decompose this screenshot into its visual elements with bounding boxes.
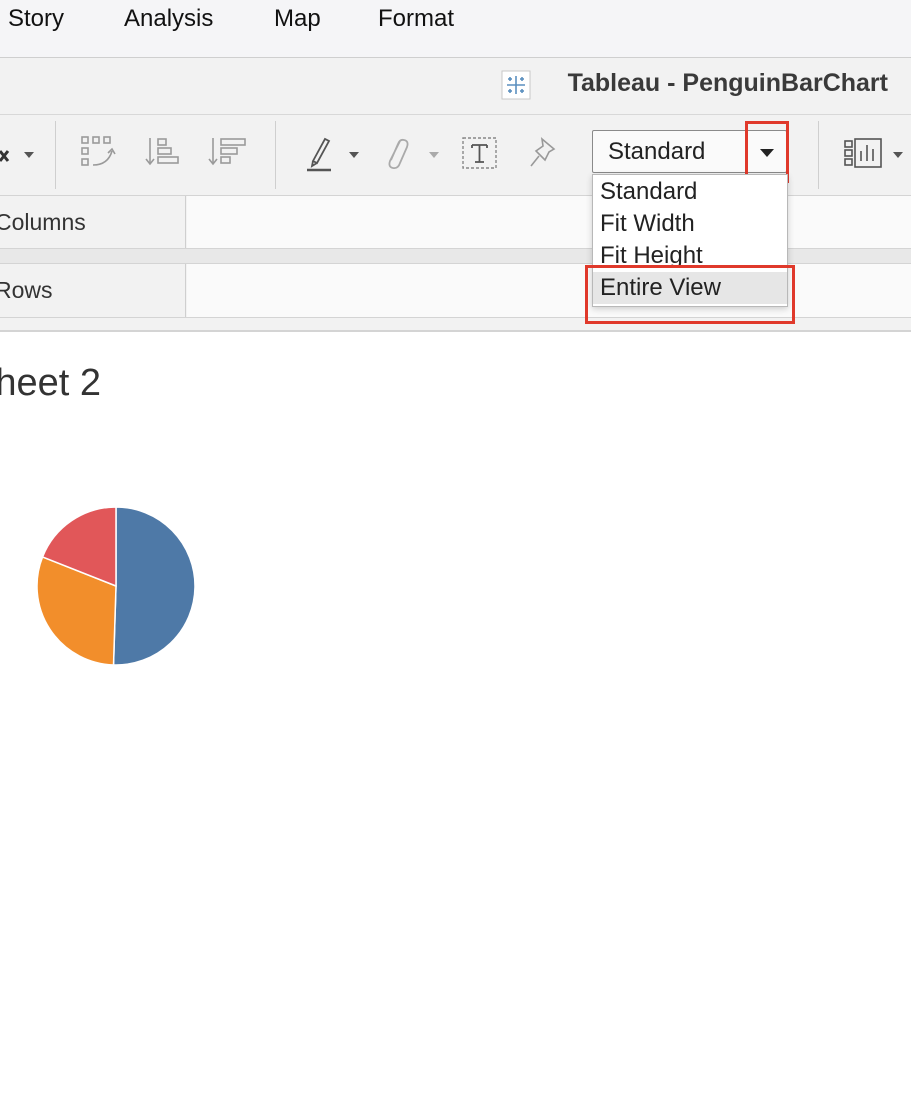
paperclip-icon[interactable] — [382, 135, 412, 173]
toolbar-separator — [275, 121, 276, 189]
worksheet-view: Sheet 2 — [0, 331, 911, 1108]
columns-drop-area[interactable] — [187, 196, 911, 248]
rows-shelf-label: Rows — [0, 277, 53, 303]
highlighter-caret-icon[interactable] — [349, 152, 359, 158]
show-me-caret-icon[interactable] — [893, 152, 903, 158]
shelf-divider — [185, 264, 186, 317]
menu-format[interactable]: Format — [378, 5, 454, 33]
sort-descending-icon[interactable] — [208, 135, 250, 173]
menu-story[interactable]: Story — [8, 5, 64, 33]
title-bar: Tableau - PenguinBarChart — [0, 58, 911, 115]
swap-icon[interactable] — [80, 135, 120, 173]
clear-sheet-caret-icon[interactable] — [24, 152, 34, 158]
pie-slice-1[interactable] — [112, 506, 196, 666]
toolbar-separator — [55, 121, 56, 189]
pie-chart — [36, 506, 196, 666]
fit-option-standard[interactable]: Standard — [593, 176, 787, 208]
menu-analysis[interactable]: Analysis — [124, 5, 213, 33]
fit-option-fit-height[interactable]: Fit Height — [593, 240, 787, 272]
toolbar-separator — [818, 121, 819, 189]
menu-map[interactable]: Map — [274, 5, 321, 33]
columns-shelf-label: Columns — [0, 209, 86, 235]
fit-dropdown-arrow-button[interactable] — [745, 131, 787, 172]
highlighter-icon[interactable] — [305, 133, 335, 173]
fit-option-fit-width[interactable]: Fit Width — [593, 208, 787, 240]
pin-icon[interactable] — [528, 135, 560, 173]
fit-option-entire-view[interactable]: Entire View — [593, 272, 787, 304]
paperclip-caret-icon[interactable] — [429, 152, 439, 158]
window-title: Tableau - PenguinBarChart — [567, 69, 888, 97]
text-box-icon[interactable] — [462, 137, 498, 171]
chevron-down-icon — [760, 149, 774, 157]
clear-sheet-icon[interactable] — [0, 137, 14, 171]
show-me-icon[interactable] — [843, 137, 885, 171]
fit-dropdown-list: Standard Fit Width Fit Height Entire Vie… — [592, 174, 788, 307]
sheet-title: Sheet 2 — [0, 362, 101, 404]
sort-ascending-icon[interactable] — [145, 135, 185, 173]
shelf-divider — [185, 196, 186, 248]
menu-bar: Story Analysis Map Format — [0, 0, 911, 58]
rows-drop-area[interactable] — [187, 264, 911, 317]
fit-dropdown[interactable]: Standard — [592, 130, 787, 173]
fit-dropdown-value: Standard — [608, 138, 706, 165]
tableau-logo-icon — [501, 70, 531, 100]
shelf-gap — [0, 318, 911, 331]
